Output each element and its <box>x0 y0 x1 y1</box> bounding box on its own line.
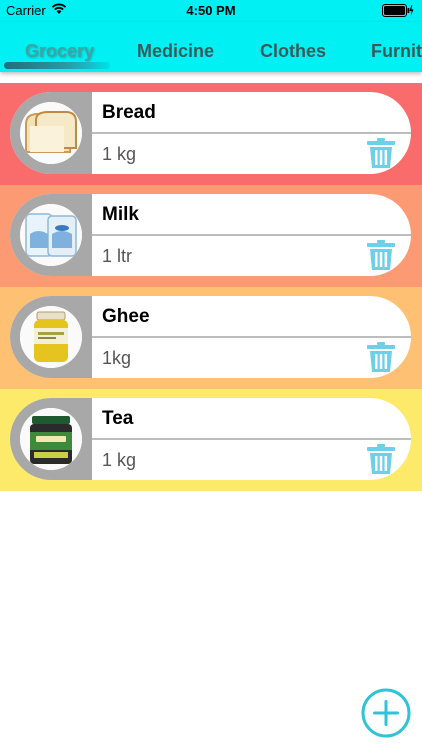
item-name: Tea <box>102 408 134 429</box>
item-name: Milk <box>102 204 139 225</box>
trash-icon[interactable] <box>366 341 396 373</box>
active-tab-indicator <box>4 62 110 69</box>
tab-furniture[interactable]: Furnit <box>371 41 422 62</box>
ghee-jar-image <box>20 306 82 368</box>
milk-packets-image <box>20 204 82 266</box>
item-quantity: 1 kg <box>102 144 137 164</box>
tab-clothes[interactable]: Clothes <box>260 41 326 62</box>
grocery-list: Bread 1 kg Milk 1 ltr Ghee 1kg Tea 1 kg <box>0 83 422 491</box>
trash-icon[interactable] <box>366 239 396 271</box>
trash-icon[interactable] <box>366 137 396 169</box>
item-thumbnail <box>10 296 92 378</box>
add-circle-icon <box>361 688 411 738</box>
divider <box>92 234 411 236</box>
divider <box>92 438 411 440</box>
item-quantity: 1 ltr <box>102 246 133 266</box>
item-thumbnail <box>10 92 92 174</box>
list-item[interactable]: Milk 1 ltr <box>0 185 422 287</box>
item-quantity: 1 kg <box>102 450 137 470</box>
item-card[interactable]: Bread 1 kg <box>10 92 411 174</box>
item-card[interactable]: Ghee 1kg <box>10 296 411 378</box>
list-item[interactable]: Ghee 1kg <box>0 287 422 389</box>
divider <box>92 132 411 134</box>
battery-icon <box>382 4 414 17</box>
bread-image <box>20 102 82 164</box>
item-name: Bread <box>102 102 156 123</box>
tab-medicine[interactable]: Medicine <box>137 41 214 62</box>
add-item-button[interactable] <box>361 688 411 738</box>
category-tab-bar: Grocery Medicine Clothes Furnit <box>0 22 422 72</box>
item-thumbnail <box>10 194 92 276</box>
trash-icon[interactable] <box>366 443 396 475</box>
item-card[interactable]: Milk 1 ltr <box>10 194 411 276</box>
item-thumbnail <box>10 398 92 480</box>
item-card[interactable]: Tea 1 kg <box>10 398 411 480</box>
item-name: Ghee <box>102 306 150 327</box>
divider <box>92 336 411 338</box>
tab-grocery[interactable]: Grocery <box>25 41 94 62</box>
list-item[interactable]: Tea 1 kg <box>0 389 422 491</box>
list-item[interactable]: Bread 1 kg <box>0 83 422 185</box>
status-bar: Carrier 4:50 PM <box>0 0 422 22</box>
item-quantity: 1kg <box>102 348 132 368</box>
tea-jar-image <box>20 408 82 470</box>
status-time: 4:50 PM <box>186 3 236 18</box>
